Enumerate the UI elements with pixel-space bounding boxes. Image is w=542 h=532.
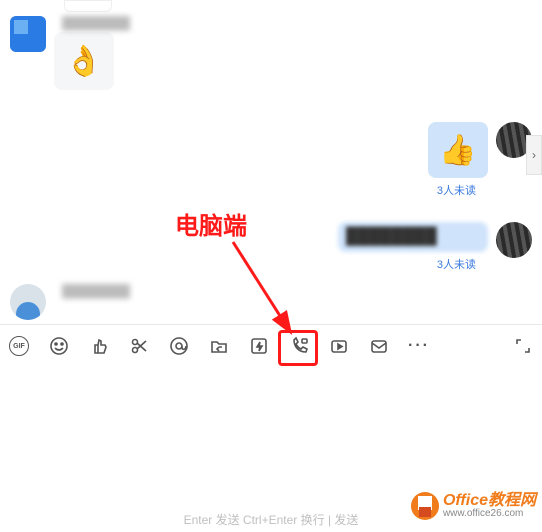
previous-bubble-fragment: [64, 0, 112, 12]
message-content: ████████ 👌: [54, 16, 138, 90]
avatar[interactable]: [496, 222, 532, 258]
mail-button[interactable]: [368, 335, 390, 357]
emoji-button[interactable]: [48, 335, 70, 357]
quick-action-button[interactable]: [248, 335, 270, 357]
chat-message-area: ████████ 👌 👍 3人未读 ████████ 3人未读 ███████: [0, 0, 542, 325]
call-button[interactable]: [288, 335, 310, 357]
gif-icon: GIF: [9, 336, 29, 356]
thumbs-up-icon: [89, 336, 109, 356]
unread-status[interactable]: 3人未读: [437, 178, 488, 198]
gif-button[interactable]: GIF: [8, 335, 30, 357]
message-row: 👍 3人未读: [0, 118, 542, 202]
scissors-icon: [129, 336, 149, 356]
text-bubble[interactable]: ████████: [338, 222, 488, 252]
video-button[interactable]: [328, 335, 350, 357]
message-row: ████████ 👌: [0, 12, 542, 94]
message-input[interactable]: [0, 367, 542, 515]
sticker-bubble[interactable]: 👍: [428, 122, 488, 178]
lightning-icon: [249, 336, 269, 356]
thumbs-up-icon: 👍: [439, 133, 476, 168]
message-row: ████████ 3人未读: [0, 218, 542, 276]
blurred-text: ████████: [346, 228, 437, 246]
phone-video-icon: [289, 336, 309, 356]
smiley-icon: [49, 336, 69, 356]
annotation-label: 电脑端: [175, 206, 247, 241]
envelope-icon: [369, 336, 389, 356]
mention-button[interactable]: [168, 335, 190, 357]
at-icon: [169, 336, 189, 356]
sender-name: ████████: [54, 16, 138, 32]
sticker-bubble[interactable]: 👌: [54, 32, 114, 90]
file-button[interactable]: [208, 335, 230, 357]
expand-icon: [513, 336, 533, 356]
more-icon: ···: [408, 337, 430, 355]
chevron-right-icon: ›: [532, 148, 536, 162]
thumbs-up-button[interactable]: [88, 335, 110, 357]
message-content: ████████ 3人未读: [338, 222, 488, 272]
unread-status[interactable]: 3人未读: [437, 252, 488, 272]
message-row: ████████: [0, 280, 542, 324]
avatar[interactable]: [10, 284, 46, 320]
sender-name: ████████: [54, 284, 138, 300]
more-button[interactable]: ···: [408, 335, 430, 357]
expand-input-button[interactable]: [512, 335, 534, 357]
ok-hand-icon: 👌: [65, 44, 102, 79]
expand-panel-button[interactable]: ›: [526, 135, 542, 175]
message-content: 👍 3人未读: [428, 122, 488, 198]
message-content: ████████: [54, 284, 138, 300]
video-icon: [329, 336, 349, 356]
input-hint: Enter 发送 Ctrl+Enter 换行 | 发送: [0, 511, 542, 528]
avatar[interactable]: [10, 16, 46, 52]
screenshot-button[interactable]: [128, 335, 150, 357]
input-toolbar: GIF ···: [0, 325, 542, 367]
folder-icon: [209, 336, 229, 356]
